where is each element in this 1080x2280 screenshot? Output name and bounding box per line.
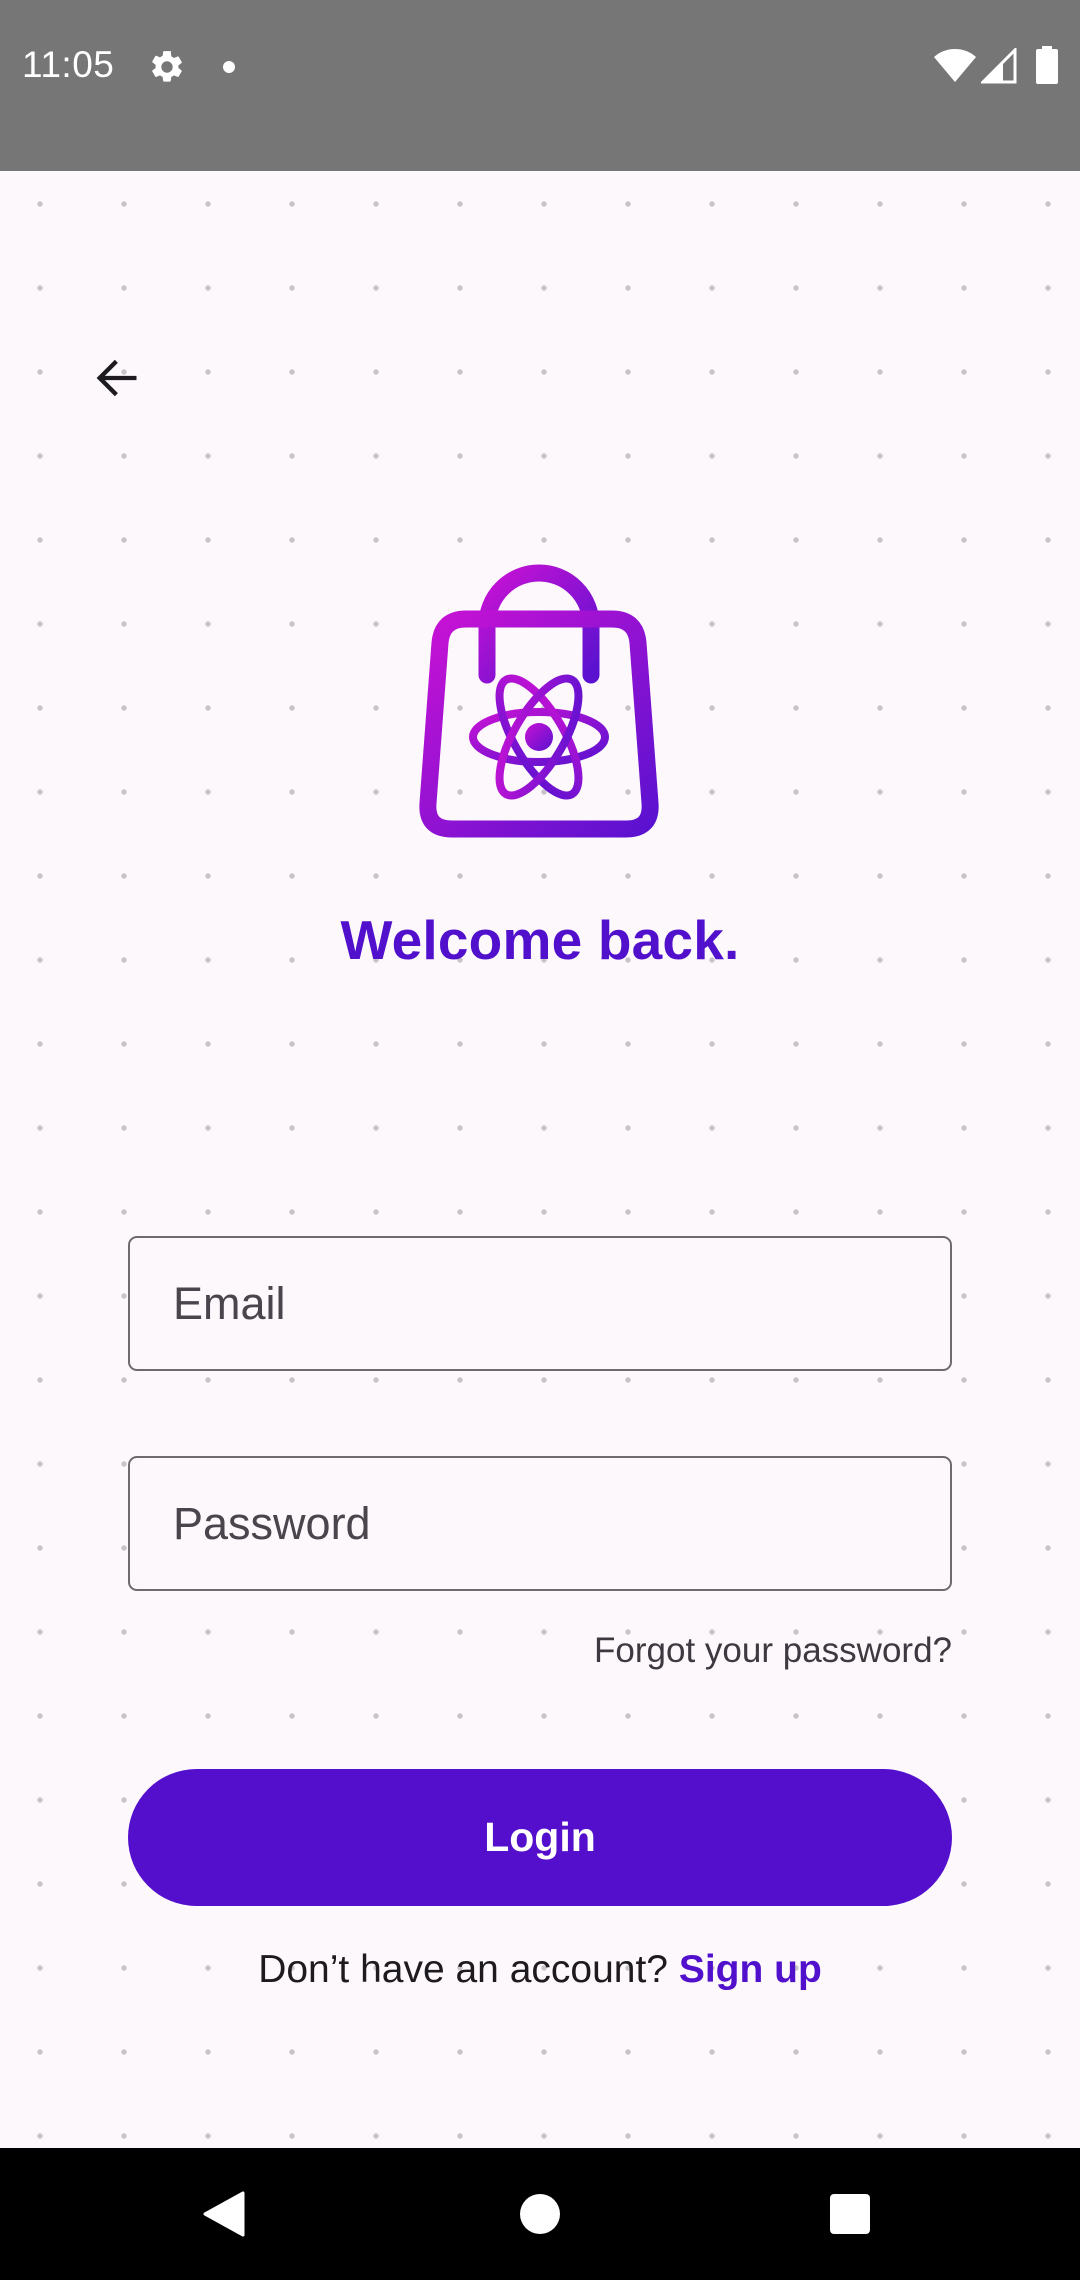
shopping-bag-react-icon xyxy=(419,564,659,838)
email-placeholder: Email xyxy=(173,1277,286,1329)
page-title: Welcome back. xyxy=(340,909,740,971)
login-button[interactable]: Login xyxy=(128,1769,952,1906)
arrow-back-icon xyxy=(96,359,137,397)
navigation-bar xyxy=(0,2148,1080,2280)
nav-recents-icon[interactable] xyxy=(830,2194,870,2234)
signup-link[interactable]: Sign up xyxy=(679,1948,822,1991)
notification-dot-icon xyxy=(223,61,235,73)
login-screen: Welcome back. Email Password Forgot your… xyxy=(0,171,1080,2148)
signup-prompt: Don’t have an account? xyxy=(258,1948,668,1991)
password-field[interactable]: Password xyxy=(128,1456,952,1591)
gear-icon xyxy=(152,51,182,82)
email-field[interactable]: Email xyxy=(128,1236,952,1371)
wifi-icon xyxy=(934,49,976,82)
signal-icon xyxy=(981,48,1017,84)
password-placeholder: Password xyxy=(173,1497,371,1549)
nav-back-icon[interactable] xyxy=(203,2191,245,2237)
back-button[interactable] xyxy=(78,339,156,417)
battery-icon xyxy=(1036,46,1058,84)
signup-row: Don’t have an account? Sign up xyxy=(0,1948,1080,1992)
forgot-password-link[interactable]: Forgot your password? xyxy=(594,1631,952,1671)
status-time: 11:05 xyxy=(22,44,115,85)
nav-home-icon[interactable] xyxy=(520,2194,560,2234)
status-bar: 11:05 xyxy=(0,0,1080,171)
login-button-label: Login xyxy=(484,1814,596,1860)
